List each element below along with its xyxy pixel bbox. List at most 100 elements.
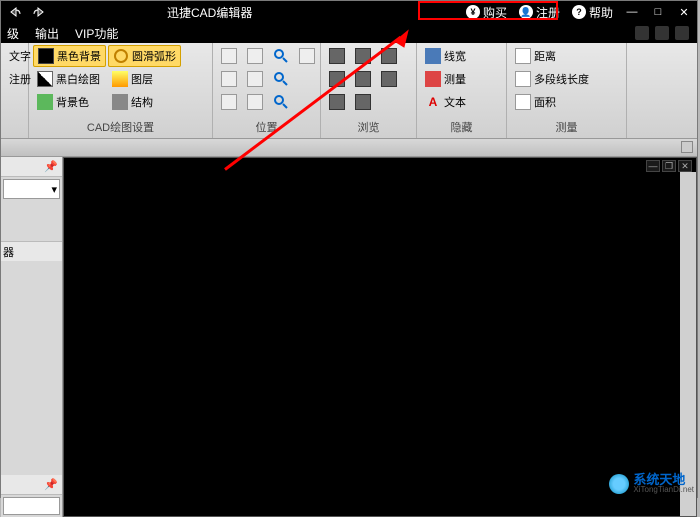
browse-tool-6[interactable]: [351, 91, 375, 113]
pos-tool-2[interactable]: [217, 68, 241, 90]
measure-icon: [425, 71, 441, 87]
side-panel-header[interactable]: 📌: [1, 157, 62, 177]
undo-icon[interactable]: [7, 4, 23, 20]
help-button[interactable]: ? 帮助: [572, 4, 613, 21]
browse-tool-5[interactable]: [351, 68, 375, 90]
bgcolor-icon: [37, 94, 53, 110]
app-title: 迅捷CAD编辑器: [167, 4, 252, 21]
menu-output[interactable]: 输出: [35, 25, 59, 42]
smooth-arc-button[interactable]: 圆滑弧形: [108, 45, 181, 67]
side-panel-footer[interactable]: 📌: [1, 475, 62, 495]
layers-icon: [112, 71, 128, 87]
measure-button[interactable]: 测量: [421, 68, 470, 90]
chevron-down-icon[interactable]: [681, 141, 693, 153]
measure-group-label: 测量: [511, 118, 622, 136]
redo-icon[interactable]: [31, 4, 47, 20]
register-button[interactable]: 👤 注册: [519, 4, 560, 21]
home-icon[interactable]: [655, 26, 669, 40]
canvas-minimize-icon[interactable]: —: [646, 160, 660, 172]
polyline-icon: [515, 71, 531, 87]
canvas-restore-icon[interactable]: ❐: [662, 160, 676, 172]
area-button[interactable]: 面积: [511, 91, 593, 113]
browse-icon-6: [355, 94, 371, 110]
pos-icon-2: [221, 71, 237, 87]
browse-tool-3[interactable]: [325, 91, 349, 113]
side-combo[interactable]: ▾: [3, 179, 60, 199]
zoom-tool[interactable]: [269, 45, 293, 67]
structure-icon: [112, 94, 128, 110]
bw-draw-button[interactable]: 黑白绘图: [33, 68, 106, 90]
bw-icon: [37, 71, 53, 87]
scrollbar-vertical[interactable]: [680, 172, 696, 516]
menu-vip[interactable]: VIP功能: [75, 25, 118, 42]
watermark-logo-icon: [609, 474, 629, 494]
pos-icon-1: [221, 48, 237, 64]
zoom-tool-2[interactable]: [269, 68, 293, 90]
buy-button[interactable]: ¥ 购买: [466, 4, 507, 21]
drawing-canvas[interactable]: — ❐ ✕: [63, 157, 697, 517]
browse-tool-8[interactable]: [377, 68, 401, 90]
zoom-tool-3[interactable]: [269, 91, 293, 113]
canvas-close-icon[interactable]: ✕: [678, 160, 692, 172]
menubar: 级 输出 VIP功能: [1, 23, 697, 43]
browse-icon-3: [329, 94, 345, 110]
pos-icon-7: [299, 48, 315, 64]
distance-button[interactable]: 距离: [511, 45, 593, 67]
minimize-button[interactable]: —: [625, 5, 639, 19]
content-tabbar: [1, 139, 697, 157]
browse-tool-1[interactable]: [325, 45, 349, 67]
pos-tool-4[interactable]: [243, 45, 267, 67]
close-button[interactable]: ✕: [677, 5, 691, 19]
smooth-arc-icon: [113, 48, 129, 64]
magnifier-icon: [273, 48, 289, 64]
linewidth-icon: [425, 48, 441, 64]
structure-button[interactable]: 结构: [108, 91, 181, 113]
pos-tool-5[interactable]: [243, 68, 267, 90]
polyline-button[interactable]: 多段线长度: [511, 68, 593, 90]
yen-icon: ¥: [466, 5, 480, 19]
distance-icon: [515, 48, 531, 64]
browse-icon-7: [381, 48, 397, 64]
side-panel: 📌 ▾ 器 📌: [1, 157, 63, 517]
browse-icon-8: [381, 71, 397, 87]
browse-icon-1: [329, 48, 345, 64]
browse-tool-4[interactable]: [351, 45, 375, 67]
pos-tool-3[interactable]: [217, 91, 241, 113]
text-a-icon: A: [425, 94, 441, 110]
tool-icon-1[interactable]: [635, 26, 649, 40]
text-button[interactable]: A文本: [421, 91, 470, 113]
pos-icon-4: [247, 48, 263, 64]
browse-tool-2[interactable]: [325, 68, 349, 90]
side-tab-2[interactable]: 器: [1, 241, 62, 261]
area-icon: [515, 94, 531, 110]
layers-button[interactable]: 图层: [108, 68, 181, 90]
watermark: 系统天地 XiTongTianDi.net: [609, 473, 694, 494]
hide-group-label: 隐藏: [421, 118, 502, 136]
linewidth-button[interactable]: 线宽: [421, 45, 470, 67]
magnifier-icon-2: [273, 71, 289, 87]
titlebar: 迅捷CAD编辑器 ¥ 购买 👤 注册 ? 帮助 — □ ✕: [1, 1, 697, 23]
help-icon: ?: [572, 5, 586, 19]
menu-level[interactable]: 级: [7, 25, 19, 42]
user-icon: 👤: [519, 5, 533, 19]
browse-tool-7[interactable]: [377, 45, 401, 67]
ribbon: 文字 注册 黑色背景 黑白绘图 背景色 圆滑弧形 图层 结构 CAD绘图设置: [1, 43, 697, 139]
black-bg-icon: [38, 48, 54, 64]
browse-icon-5: [355, 71, 371, 87]
pos-icon-5: [247, 71, 263, 87]
bg-color-button[interactable]: 背景色: [33, 91, 106, 113]
black-bg-button[interactable]: 黑色背景: [33, 45, 106, 67]
browse-group-label: 浏览: [325, 118, 412, 136]
help-small-icon[interactable]: [675, 26, 689, 40]
pos-icon-6: [247, 94, 263, 110]
pos-tool-6[interactable]: [243, 91, 267, 113]
maximize-button[interactable]: □: [651, 5, 665, 19]
pos-icon-3: [221, 94, 237, 110]
browse-icon-2: [329, 71, 345, 87]
cad-settings-group-label: CAD绘图设置: [33, 118, 208, 136]
browse-icon-4: [355, 48, 371, 64]
position-group-label: 位置: [217, 118, 316, 136]
pos-tool-1[interactable]: [217, 45, 241, 67]
pos-tool-7[interactable]: [295, 45, 319, 67]
magnifier-icon-3: [273, 94, 289, 110]
